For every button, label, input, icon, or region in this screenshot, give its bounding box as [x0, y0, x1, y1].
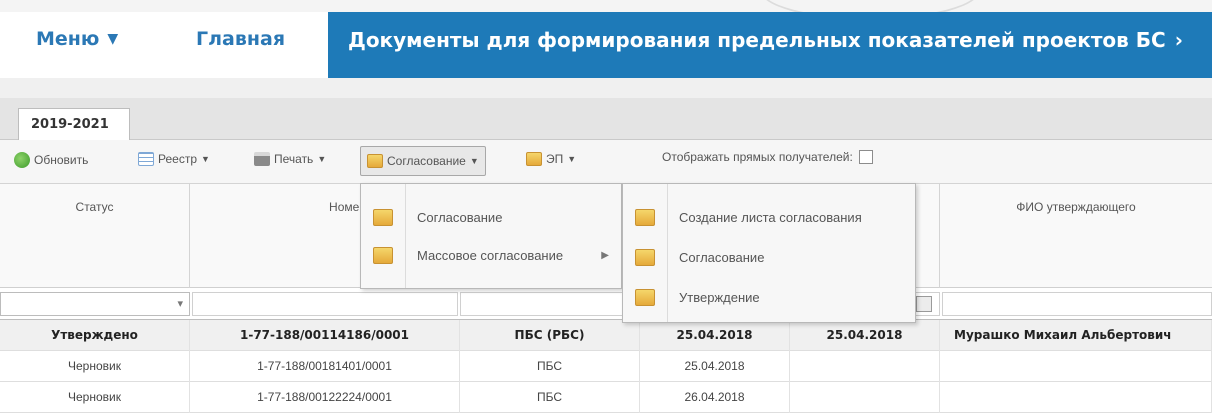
cell-type: ПБС: [460, 351, 640, 382]
home-link[interactable]: Главная: [196, 28, 285, 50]
menu-item-create-approval-sheet[interactable]: Создание листа согласования: [623, 200, 915, 234]
caret-down-icon: ▼: [107, 31, 119, 47]
top-strip: [0, 0, 1212, 20]
cell-status: Черновик: [0, 351, 190, 382]
print-button[interactable]: Печать ▼: [254, 152, 326, 166]
ep-button[interactable]: ЭП ▼: [526, 152, 576, 166]
cell-status: Утверждено: [0, 320, 190, 351]
menu-label: Меню: [36, 28, 100, 50]
column-label: ФИО утверждающего: [1016, 200, 1136, 214]
cell-status: Черновик: [0, 382, 190, 413]
toolbar: Обновить Реестр ▼ Печать ▼ Согласование …: [0, 140, 1212, 184]
cell-date2: 25.04.2018: [790, 320, 940, 351]
documents-table: Утверждено 1-77-188/00114186/0001 ПБС (РБС…: [0, 320, 1212, 413]
folder-icon: [635, 248, 655, 266]
menu-button[interactable]: Меню ▼: [36, 28, 118, 50]
direct-recipients-label: Отображать прямых получателей:: [662, 150, 853, 164]
tab-2019-2021[interactable]: 2019-2021: [18, 108, 130, 140]
dropdown-arrow-icon: ▼: [201, 154, 210, 164]
menu-item-label: Согласование: [679, 249, 765, 265]
folder-icon: [635, 208, 655, 226]
tab-strip: 2019-2021: [0, 98, 1212, 140]
refresh-icon: [14, 152, 30, 168]
menu-item-confirmation[interactable]: Утверждение: [623, 280, 915, 314]
menu-item-label: Согласование: [417, 209, 503, 225]
cell-date1: 25.04.2018: [640, 351, 790, 382]
approval-button[interactable]: Согласование ▼: [360, 146, 486, 176]
dropdown-arrow-icon: ▼: [317, 154, 327, 164]
dropdown-arrow-icon: ▼: [567, 154, 577, 164]
menu-item-label: Создание листа согласования: [679, 209, 862, 225]
registry-label: Реестр: [158, 152, 197, 166]
approval-label: Согласование: [387, 154, 466, 168]
menu-item-mass-approval[interactable]: Массовое согласование ▶: [361, 238, 621, 272]
column-label: Статус: [75, 200, 114, 214]
direct-recipients-toggle: Отображать прямых получателей:: [662, 150, 873, 164]
menu-item-label: Утверждение: [679, 289, 760, 305]
chevron-down-icon: ▾: [177, 297, 183, 310]
cell-type: ПБС: [460, 382, 640, 413]
app-header: Меню ▼ Главная Документы для формировани…: [0, 12, 1212, 78]
column-header-approver[interactable]: ФИО утверждающего: [940, 184, 1212, 288]
menu-item-approval[interactable]: Согласование: [623, 240, 915, 274]
table-row[interactable]: Черновик 1-77-188/00181401/0001 ПБС 25.04.2…: [0, 351, 1212, 382]
cell-type: ПБС (РБС): [460, 320, 640, 351]
folder-icon: [373, 208, 393, 226]
direct-recipients-checkbox[interactable]: [858, 150, 873, 164]
filter-clear-icon[interactable]: [916, 296, 932, 312]
status-filter-select[interactable]: ▾: [0, 292, 190, 316]
refresh-label: Обновить: [34, 153, 89, 167]
folder-icon: [367, 154, 383, 168]
dropdown-arrow-icon: ▼: [469, 156, 479, 166]
filter-row: ▾: [0, 288, 1212, 320]
cell-date2: [790, 351, 940, 382]
table-row[interactable]: Черновик 1-77-188/00122224/0001 ПБС 26.04.2…: [0, 382, 1212, 413]
number-filter-input[interactable]: [192, 292, 458, 316]
approver-filter-input[interactable]: [942, 292, 1212, 316]
folder-icon: [635, 288, 655, 306]
column-header-status[interactable]: Статус: [0, 184, 190, 288]
page-title: Документы для формирования предельных по…: [348, 28, 1166, 52]
menu-item-approval[interactable]: Согласование: [361, 200, 621, 234]
registry-button[interactable]: Реестр ▼: [138, 152, 210, 166]
table-icon: [138, 152, 154, 166]
cell-fio: [940, 351, 1212, 382]
table-row[interactable]: Утверждено 1-77-188/00114186/0001 ПБС (РБС…: [0, 320, 1212, 351]
mass-approval-submenu: Создание листа согласования Согласование…: [622, 183, 916, 323]
page-title-bar: Документы для формирования предельных по…: [328, 12, 1212, 78]
cell-number: 1-77-188/00122224/0001: [190, 382, 460, 413]
cell-number: 1-77-188/00114186/0001: [190, 320, 460, 351]
title-arrow-icon: ›: [1174, 28, 1183, 52]
spacer-band: [0, 78, 1212, 98]
folder-icon: [373, 246, 393, 264]
cell-fio: Мурашко Михаил Альбертович: [940, 320, 1212, 351]
folder-icon: [526, 152, 542, 166]
cell-date1: 25.04.2018: [640, 320, 790, 351]
cell-fio: [940, 382, 1212, 413]
approval-dropdown-menu: Согласование Массовое согласование ▶: [360, 183, 622, 289]
menu-item-label: Массовое согласование: [417, 247, 564, 263]
cell-date2: [790, 382, 940, 413]
refresh-button[interactable]: Обновить: [14, 152, 88, 168]
ep-label: ЭП: [546, 152, 564, 166]
cell-date1: 26.04.2018: [640, 382, 790, 413]
cell-number: 1-77-188/00181401/0001: [190, 351, 460, 382]
submenu-arrow-icon: ▶: [601, 249, 609, 261]
print-label: Печать: [274, 152, 314, 166]
printer-icon: [254, 152, 270, 166]
